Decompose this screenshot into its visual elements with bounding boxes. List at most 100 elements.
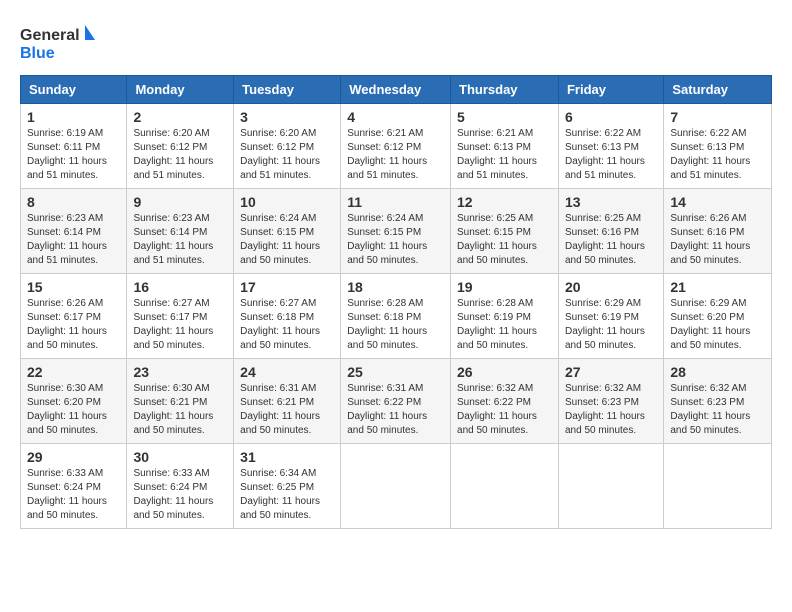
day-info: Sunrise: 6:26 AM Sunset: 6:17 PM Dayligh… bbox=[27, 297, 120, 353]
calendar-day-cell: 18 Sunrise: 6:28 AM Sunset: 6:18 PM Dayli… bbox=[341, 274, 451, 359]
calendar-day-cell: 30Sunrise: 6:33 AM Sunset: 6:24 PM Dayli… bbox=[127, 444, 234, 529]
calendar-day-cell: 17 Sunrise: 6:27 AM Sunset: 6:18 PM Dayli… bbox=[234, 274, 341, 359]
day-info: Sunrise: 6:32 AM Sunset: 6:22 PM Dayligh… bbox=[457, 382, 552, 438]
day-number: 18 bbox=[347, 279, 444, 295]
day-number: 8 bbox=[27, 194, 120, 210]
calendar-day-cell: 7 Sunrise: 6:22 AM Sunset: 6:13 PM Daylig… bbox=[664, 104, 772, 189]
day-number: 6 bbox=[565, 109, 657, 125]
day-number: 15 bbox=[27, 279, 120, 295]
calendar-day-cell: 2 Sunrise: 6:20 AM Sunset: 6:12 PM Daylig… bbox=[127, 104, 234, 189]
calendar-day-cell: 15 Sunrise: 6:26 AM Sunset: 6:17 PM Dayli… bbox=[21, 274, 127, 359]
calendar-day-cell: 29 Sunrise: 6:33 AM Sunset: 6:24 PM Dayli… bbox=[21, 444, 127, 529]
day-number: 16 bbox=[133, 279, 227, 295]
day-number: 7 bbox=[670, 109, 765, 125]
calendar-day-cell: 24Sunrise: 6:31 AM Sunset: 6:21 PM Dayli… bbox=[234, 359, 341, 444]
calendar-day-cell: 20Sunrise: 6:29 AM Sunset: 6:19 PM Dayli… bbox=[558, 274, 663, 359]
day-number: 26 bbox=[457, 364, 552, 380]
day-info: Sunrise: 6:23 AM Sunset: 6:14 PM Dayligh… bbox=[27, 212, 120, 268]
day-info: Sunrise: 6:30 AM Sunset: 6:20 PM Dayligh… bbox=[27, 382, 120, 438]
day-number: 24 bbox=[240, 364, 334, 380]
calendar-day-cell: 19 Sunrise: 6:28 AM Sunset: 6:19 PM Dayli… bbox=[451, 274, 559, 359]
calendar-day-cell: 26 Sunrise: 6:32 AM Sunset: 6:22 PM Dayli… bbox=[451, 359, 559, 444]
calendar-day-header: Wednesday bbox=[341, 76, 451, 104]
calendar-day-cell bbox=[664, 444, 772, 529]
day-number: 11 bbox=[347, 194, 444, 210]
calendar-day-cell bbox=[558, 444, 663, 529]
day-info: Sunrise: 6:26 AM Sunset: 6:16 PM Dayligh… bbox=[670, 212, 765, 268]
page-header: GeneralBlue bbox=[20, 20, 772, 65]
day-number: 2 bbox=[133, 109, 227, 125]
day-number: 4 bbox=[347, 109, 444, 125]
calendar-day-cell: 1 Sunrise: 6:19 AM Sunset: 6:11 PM Daylig… bbox=[21, 104, 127, 189]
day-info: Sunrise: 6:27 AM Sunset: 6:17 PM Dayligh… bbox=[133, 297, 227, 353]
day-number: 12 bbox=[457, 194, 552, 210]
day-number: 20 bbox=[565, 279, 657, 295]
day-number: 27 bbox=[565, 364, 657, 380]
day-number: 14 bbox=[670, 194, 765, 210]
calendar-day-cell: 25 Sunrise: 6:31 AM Sunset: 6:22 PM Dayli… bbox=[341, 359, 451, 444]
day-info: Sunrise: 6:34 AM Sunset: 6:25 PM Dayligh… bbox=[240, 467, 334, 523]
day-info: Sunrise: 6:31 AM Sunset: 6:22 PM Dayligh… bbox=[347, 382, 444, 438]
calendar-day-cell: 16 Sunrise: 6:27 AM Sunset: 6:17 PM Dayli… bbox=[127, 274, 234, 359]
day-info: Sunrise: 6:30 AM Sunset: 6:21 PM Dayligh… bbox=[133, 382, 227, 438]
calendar-day-cell: 21Sunrise: 6:29 AM Sunset: 6:20 PM Dayli… bbox=[664, 274, 772, 359]
calendar-day-cell: 22 Sunrise: 6:30 AM Sunset: 6:20 PM Dayli… bbox=[21, 359, 127, 444]
svg-text:Blue: Blue bbox=[20, 45, 55, 62]
day-number: 19 bbox=[457, 279, 552, 295]
day-number: 28 bbox=[670, 364, 765, 380]
calendar-header-row: SundayMondayTuesdayWednesdayThursdayFrid… bbox=[21, 76, 772, 104]
day-info: Sunrise: 6:28 AM Sunset: 6:19 PM Dayligh… bbox=[457, 297, 552, 353]
calendar-day-cell: 31 Sunrise: 6:34 AM Sunset: 6:25 PM Dayli… bbox=[234, 444, 341, 529]
day-info: Sunrise: 6:20 AM Sunset: 6:12 PM Dayligh… bbox=[133, 127, 227, 183]
day-info: Sunrise: 6:25 AM Sunset: 6:15 PM Dayligh… bbox=[457, 212, 552, 268]
calendar-day-header: Thursday bbox=[451, 76, 559, 104]
day-info: Sunrise: 6:19 AM Sunset: 6:11 PM Dayligh… bbox=[27, 127, 120, 183]
day-info: Sunrise: 6:28 AM Sunset: 6:18 PM Dayligh… bbox=[347, 297, 444, 353]
day-number: 3 bbox=[240, 109, 334, 125]
day-number: 10 bbox=[240, 194, 334, 210]
calendar-day-cell: 8 Sunrise: 6:23 AM Sunset: 6:14 PM Daylig… bbox=[21, 189, 127, 274]
day-number: 5 bbox=[457, 109, 552, 125]
day-info: Sunrise: 6:22 AM Sunset: 6:13 PM Dayligh… bbox=[670, 127, 765, 183]
calendar-day-cell: 23 Sunrise: 6:30 AM Sunset: 6:21 PM Dayli… bbox=[127, 359, 234, 444]
calendar-week-row: 8 Sunrise: 6:23 AM Sunset: 6:14 PM Daylig… bbox=[21, 189, 772, 274]
calendar-day-cell: 10 Sunrise: 6:24 AM Sunset: 6:15 PM Dayli… bbox=[234, 189, 341, 274]
day-number: 9 bbox=[133, 194, 227, 210]
logo-svg: GeneralBlue bbox=[20, 20, 100, 65]
logo: GeneralBlue bbox=[20, 20, 100, 65]
calendar-day-cell: 27 Sunrise: 6:32 AM Sunset: 6:23 PM Dayli… bbox=[558, 359, 663, 444]
day-info: Sunrise: 6:24 AM Sunset: 6:15 PM Dayligh… bbox=[347, 212, 444, 268]
day-info: Sunrise: 6:24 AM Sunset: 6:15 PM Dayligh… bbox=[240, 212, 334, 268]
calendar-day-cell bbox=[341, 444, 451, 529]
calendar-table: SundayMondayTuesdayWednesdayThursdayFrid… bbox=[20, 75, 772, 529]
day-info: Sunrise: 6:32 AM Sunset: 6:23 PM Dayligh… bbox=[670, 382, 765, 438]
day-number: 23 bbox=[133, 364, 227, 380]
day-info: Sunrise: 6:20 AM Sunset: 6:12 PM Dayligh… bbox=[240, 127, 334, 183]
calendar-day-header: Saturday bbox=[664, 76, 772, 104]
day-number: 22 bbox=[27, 364, 120, 380]
calendar-day-cell: 14 Sunrise: 6:26 AM Sunset: 6:16 PM Dayli… bbox=[664, 189, 772, 274]
calendar-day-header: Sunday bbox=[21, 76, 127, 104]
day-number: 21 bbox=[670, 279, 765, 295]
day-info: Sunrise: 6:33 AM Sunset: 6:24 PM Dayligh… bbox=[27, 467, 120, 523]
day-number: 31 bbox=[240, 449, 334, 465]
calendar-day-cell: 12 Sunrise: 6:25 AM Sunset: 6:15 PM Dayli… bbox=[451, 189, 559, 274]
day-number: 30 bbox=[133, 449, 227, 465]
day-number: 1 bbox=[27, 109, 120, 125]
day-number: 17 bbox=[240, 279, 334, 295]
calendar-day-cell: 9Sunrise: 6:23 AM Sunset: 6:14 PM Daylig… bbox=[127, 189, 234, 274]
calendar-day-header: Tuesday bbox=[234, 76, 341, 104]
day-number: 25 bbox=[347, 364, 444, 380]
day-info: Sunrise: 6:21 AM Sunset: 6:12 PM Dayligh… bbox=[347, 127, 444, 183]
day-info: Sunrise: 6:25 AM Sunset: 6:16 PM Dayligh… bbox=[565, 212, 657, 268]
calendar-day-cell: 6Sunrise: 6:22 AM Sunset: 6:13 PM Daylig… bbox=[558, 104, 663, 189]
day-info: Sunrise: 6:21 AM Sunset: 6:13 PM Dayligh… bbox=[457, 127, 552, 183]
calendar-week-row: 29 Sunrise: 6:33 AM Sunset: 6:24 PM Dayli… bbox=[21, 444, 772, 529]
calendar-day-header: Monday bbox=[127, 76, 234, 104]
calendar-day-cell: 28 Sunrise: 6:32 AM Sunset: 6:23 PM Dayli… bbox=[664, 359, 772, 444]
day-number: 29 bbox=[27, 449, 120, 465]
day-info: Sunrise: 6:27 AM Sunset: 6:18 PM Dayligh… bbox=[240, 297, 334, 353]
day-info: Sunrise: 6:32 AM Sunset: 6:23 PM Dayligh… bbox=[565, 382, 657, 438]
calendar-week-row: 22 Sunrise: 6:30 AM Sunset: 6:20 PM Dayli… bbox=[21, 359, 772, 444]
calendar-day-cell: 4 Sunrise: 6:21 AM Sunset: 6:12 PM Daylig… bbox=[341, 104, 451, 189]
